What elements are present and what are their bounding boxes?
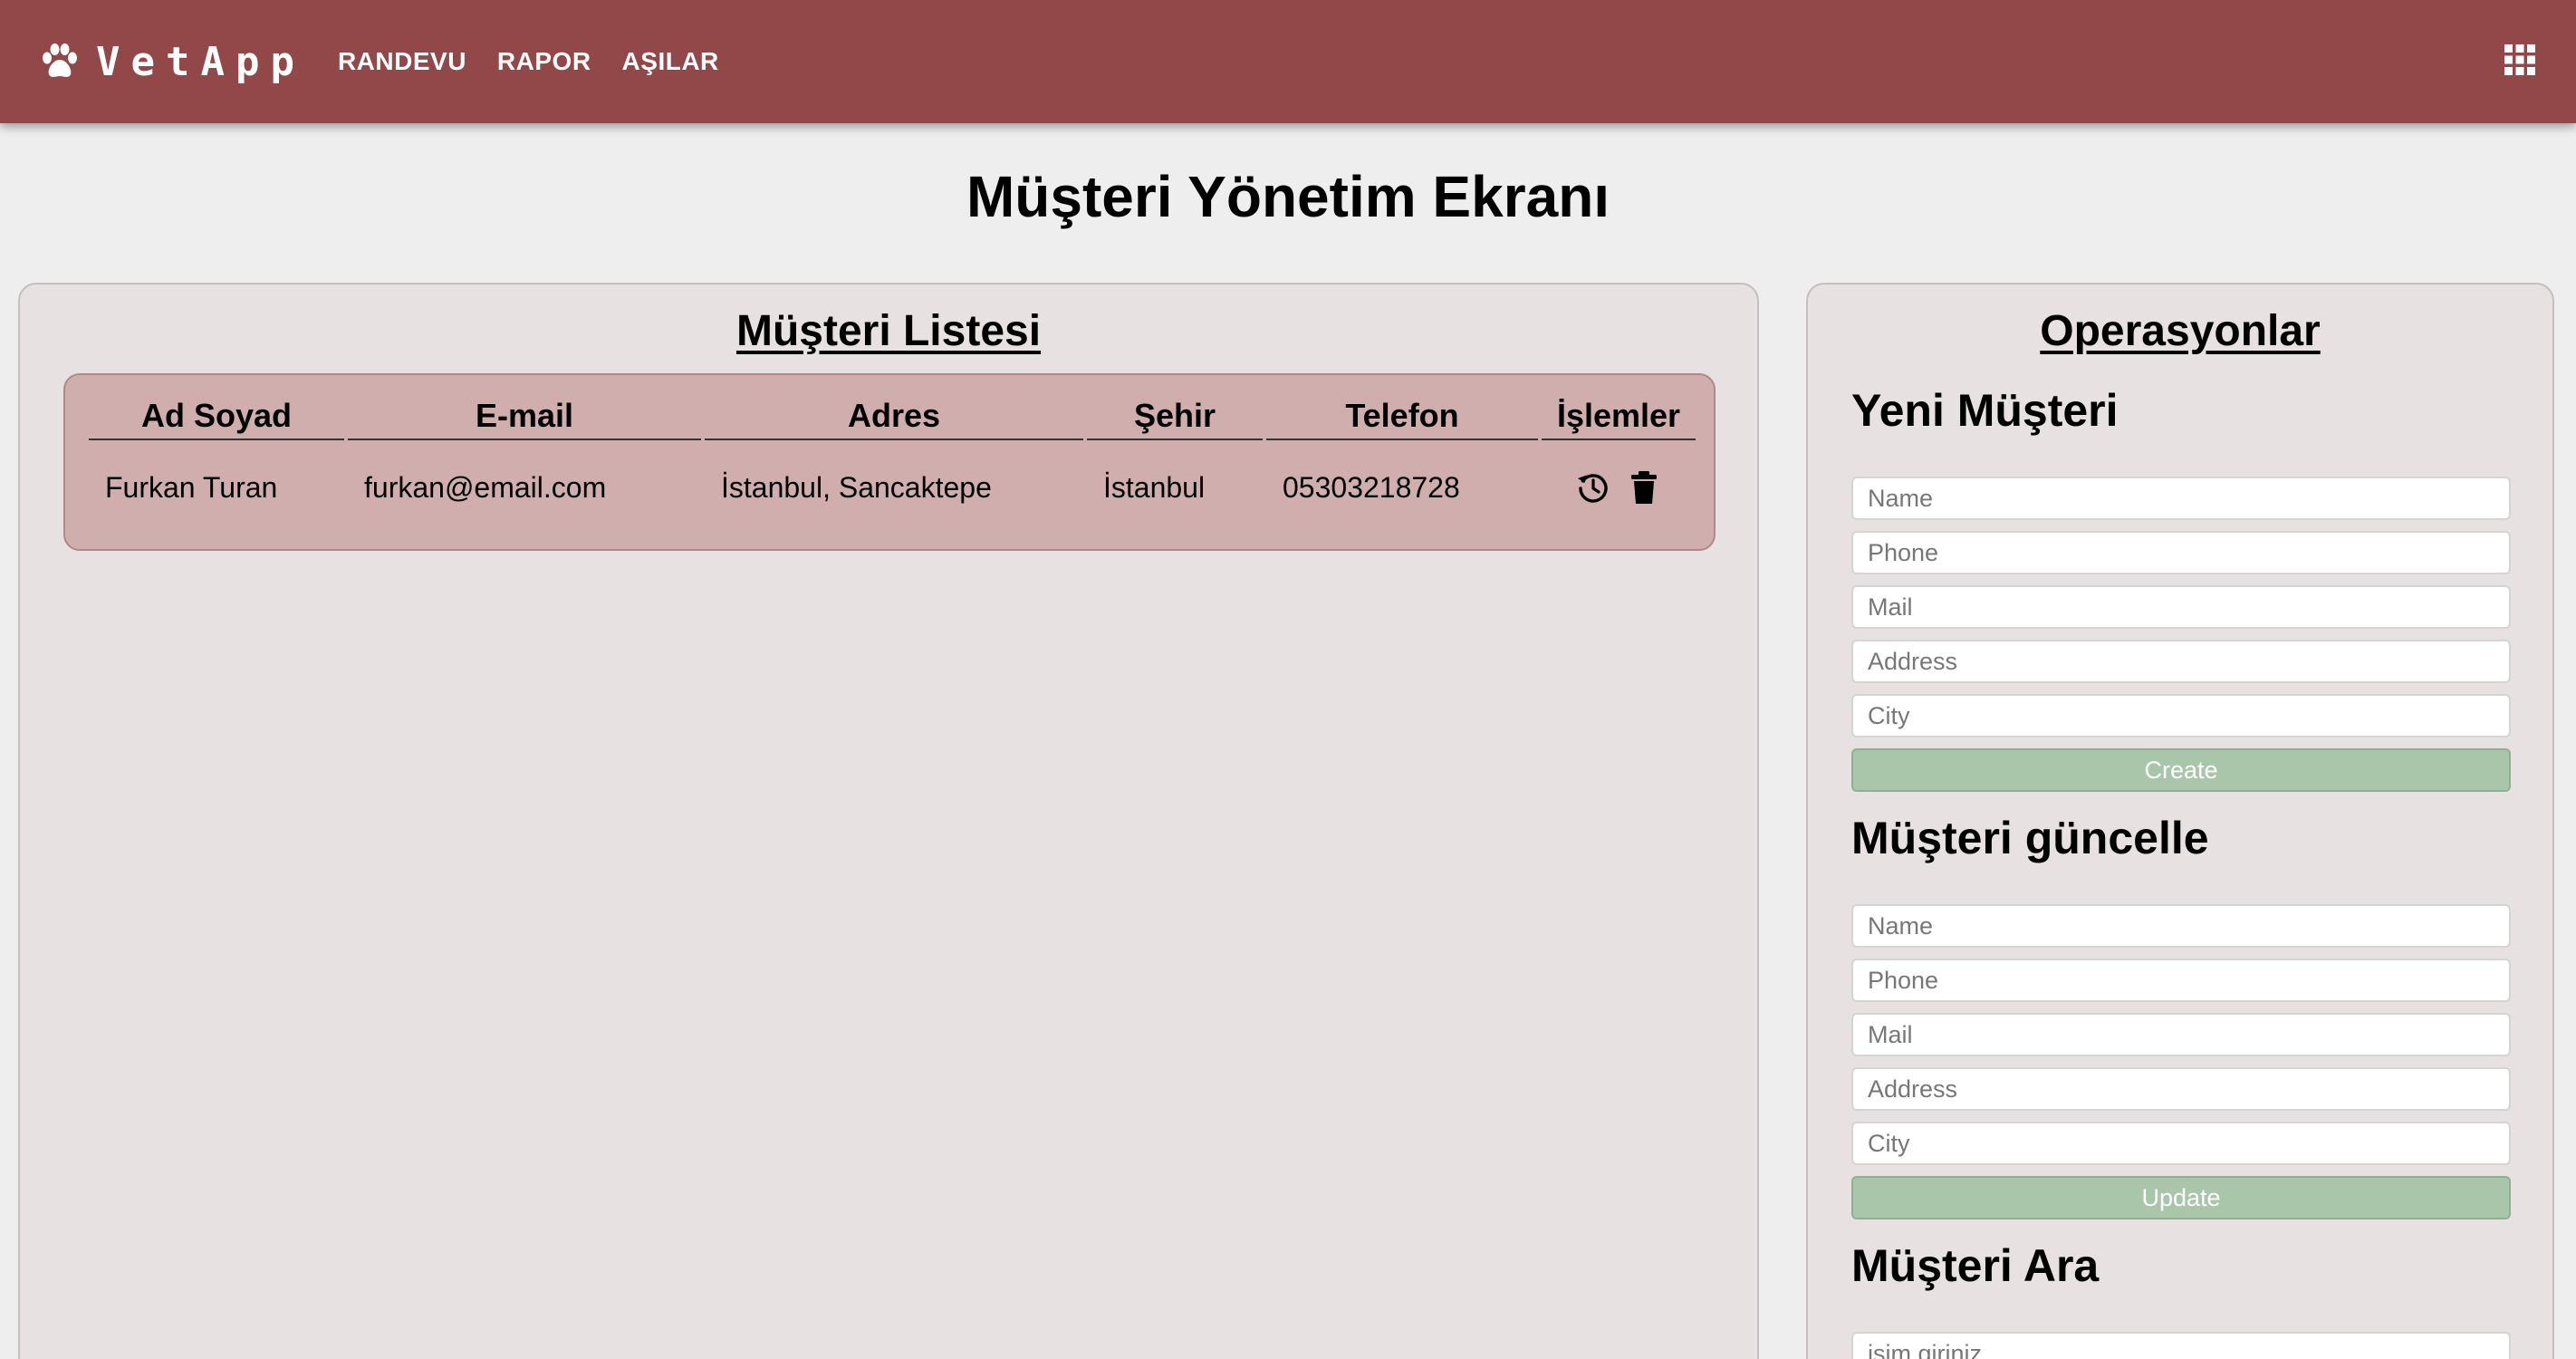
column-header-email: E-mail <box>348 393 701 440</box>
customer-list-heading: Müşteri Listesi <box>735 307 1042 355</box>
customer-table: Ad Soyad E-mail Adres Şehir Telefon İşle… <box>85 393 1699 535</box>
column-header-address: Adres <box>705 393 1083 440</box>
column-header-actions: İşlemler <box>1542 393 1696 440</box>
cell-actions <box>1542 440 1696 535</box>
create-section-title: Yeni Müşteri <box>1851 385 2119 436</box>
column-header-phone: Telefon <box>1266 393 1538 440</box>
nav-asilar[interactable]: AŞILAR <box>622 47 719 76</box>
brand-name: VetApp <box>96 38 305 85</box>
cell-city: İstanbul <box>1103 470 1206 504</box>
create-address-input[interactable] <box>1851 640 2511 683</box>
create-mail-input[interactable] <box>1851 585 2511 629</box>
column-header-city: Şehir <box>1087 393 1263 440</box>
search-input[interactable] <box>1851 1332 2511 1359</box>
update-address-input[interactable] <box>1851 1067 2511 1111</box>
update-phone-input[interactable] <box>1851 959 2511 1002</box>
main-nav: RANDEVU RAPOR AŞILAR <box>338 47 750 76</box>
update-city-input[interactable] <box>1851 1122 2511 1165</box>
create-name-input[interactable] <box>1851 477 2511 520</box>
trash-icon[interactable] <box>1626 469 1662 506</box>
column-header-name: Ad Soyad <box>89 393 344 440</box>
operations-panel: Operasyonlar Yeni Müşteri Create Müşteri… <box>1806 283 2554 1359</box>
paw-icon <box>43 43 77 77</box>
update-section-title: Müşteri güncelle <box>1851 813 2209 863</box>
update-name-input[interactable] <box>1851 904 2511 948</box>
create-button[interactable]: Create <box>1851 748 2511 792</box>
create-city-input[interactable] <box>1851 694 2511 737</box>
apps-grid-icon[interactable] <box>2504 43 2536 76</box>
search-section-title: Müşteri Ara <box>1851 1240 2100 1291</box>
refresh-icon[interactable] <box>1575 469 1611 506</box>
cell-address: İstanbul, Sancaktepe <box>721 470 992 504</box>
cell-name: Furkan Turan <box>105 470 278 504</box>
table-row: Furkan Turan furkan@email.com İstanbul, … <box>89 440 1696 535</box>
update-mail-input[interactable] <box>1851 1013 2511 1056</box>
cell-email: furkan@email.com <box>364 470 607 504</box>
top-navbar: VetApp RANDEVU RAPOR AŞILAR <box>0 0 2576 123</box>
nav-rapor[interactable]: RAPOR <box>497 47 591 76</box>
create-phone-input[interactable] <box>1851 531 2511 574</box>
customer-list-panel: Müşteri Listesi Ad Soyad E-mail Adres Şe… <box>18 283 1759 1359</box>
nav-randevu[interactable]: RANDEVU <box>338 47 466 76</box>
table-header-row: Ad Soyad E-mail Adres Şehir Telefon İşle… <box>89 393 1696 440</box>
update-button[interactable]: Update <box>1851 1176 2511 1219</box>
page-title: Müşteri Yönetim Ekranı <box>966 164 1610 229</box>
brand[interactable]: VetApp <box>40 39 305 85</box>
cell-phone: 05303218728 <box>1283 470 1460 504</box>
operations-heading: Operasyonlar <box>2040 307 2321 355</box>
customer-table-container: Ad Soyad E-mail Adres Şehir Telefon İşle… <box>63 373 1716 551</box>
